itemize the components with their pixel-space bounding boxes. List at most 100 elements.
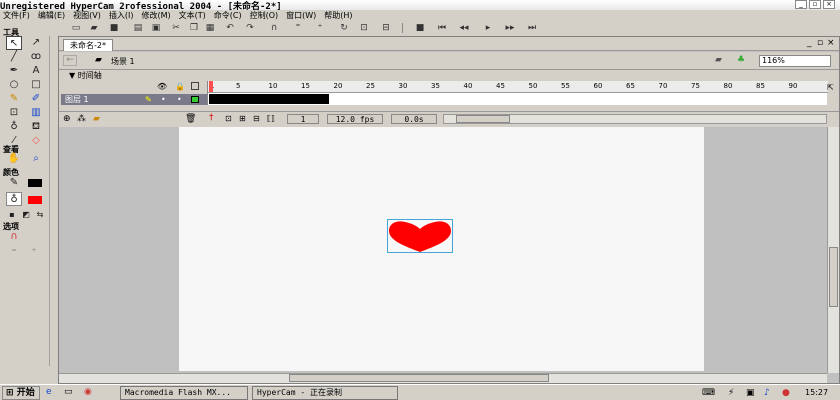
lock-icon[interactable]: 🔒 [175,82,185,91]
stage[interactable] [179,127,704,371]
start-button[interactable]: ⊞ 开始 [2,386,40,400]
eye-icon[interactable]: 👁 [157,82,167,91]
rectangle-tool-icon[interactable]: □ [28,78,44,92]
menu-commands[interactable]: 命令(C) [214,10,242,21]
brush-tool-icon[interactable]: ✐ [28,92,44,106]
cut-icon[interactable]: ✂ [170,22,182,34]
center-frame-icon[interactable]: † [209,113,217,125]
zoom-tool-icon[interactable]: ⌕ [28,152,44,166]
doc-restore-icon[interactable]: ▫ [817,38,823,48]
text-tool-icon[interactable]: A [28,64,44,78]
menu-help[interactable]: 帮助(H) [324,10,352,21]
open-folder-icon[interactable]: ▰ [88,22,100,34]
delete-layer-icon[interactable]: 🗑 [185,114,196,124]
fill-transform-tool-icon[interactable]: ▥ [28,106,44,120]
quick-desktop-icon[interactable]: ▭ [64,387,73,397]
arrow-tool-icon[interactable]: ↖ [6,36,22,50]
tray-record-icon[interactable]: ● [782,388,790,398]
outline-icon[interactable] [191,82,199,90]
stop-icon[interactable]: ■ [414,22,426,34]
back-arrow-icon[interactable]: ← [63,55,77,66]
pencil-tool-icon[interactable]: ✎ [6,92,22,106]
menu-view[interactable]: 视图(V) [73,10,101,21]
layer-lock-dot[interactable]: • [177,94,182,105]
straighten-icon[interactable]: ⁺ [314,22,326,34]
minimize-button[interactable]: _ [795,0,807,9]
print-preview-icon[interactable]: ▣ [150,22,162,34]
stage-hscroll[interactable] [59,373,827,383]
add-folder-icon[interactable]: ▰ [93,114,100,124]
edit-scene-icon[interactable]: ▰ [715,55,722,65]
paste-icon[interactable]: ▦ [204,22,216,34]
paint-bucket-tool-icon[interactable]: ⛾ [28,120,44,134]
edit-multiple-icon[interactable]: ⊟ [253,114,260,123]
eraser-tool-icon[interactable]: ◇ [28,134,44,148]
swap-colors-icon[interactable]: ⇆ [32,208,48,222]
ink-bottle-tool-icon[interactable]: ♁ [6,120,22,134]
tray-network-icon[interactable]: ⚡ [728,388,734,398]
playhead[interactable] [209,81,213,92]
step-forward-icon[interactable]: ▸▸ [504,22,516,34]
timeline-menu-icon[interactable]: ⇱ [827,83,834,92]
frames-strip[interactable]: 151015202530354045505560657075808590 [207,81,828,105]
free-transform-tool-icon[interactable]: ⊡ [6,106,22,120]
document-tab[interactable]: 未命名-2* [63,39,113,51]
timeline-scroll-thumb[interactable] [456,115,510,123]
restore-button[interactable]: ▫ [809,0,821,9]
menu-edit[interactable]: 编辑(E) [38,10,65,21]
stroke-color-swatch[interactable] [28,179,42,187]
menu-text[interactable]: 文本(T) [179,10,206,21]
straighten-option-icon[interactable]: ⁺ [26,246,42,260]
stroke-color-icon[interactable]: ✎ [6,176,22,190]
redo-icon[interactable]: ↷ [244,22,256,34]
scale-icon[interactable]: ⊡ [358,22,370,34]
tray-volume-icon[interactable]: ♪ [764,388,770,398]
snap-magnet-icon[interactable]: ∩ [268,22,280,34]
onion-outline-icon[interactable]: ⊞ [239,114,246,123]
tray-display-icon[interactable]: ▣ [746,388,755,398]
modify-markers-icon[interactable]: ⟦⟧ [267,114,275,123]
rotate-icon[interactable]: ↻ [338,22,350,34]
close-button[interactable]: × [823,0,835,9]
print-icon[interactable]: ▤ [132,22,144,34]
add-guide-layer-icon[interactable]: ⁂ [77,114,86,124]
undo-icon[interactable]: ↶ [224,22,236,34]
layer-row[interactable]: 图层 1 ✎ • • [61,94,207,105]
add-layer-icon[interactable]: ⊕ [63,114,71,124]
go-to-end-icon[interactable]: ⏭ [526,22,538,34]
oval-tool-icon[interactable]: ○ [6,78,22,92]
tray-keyboard-icon[interactable]: ⌨ [702,388,715,398]
menu-control[interactable]: 控制(O) [250,10,279,21]
new-file-icon[interactable]: ▭ [70,22,82,34]
zoom-select[interactable]: 116% [759,55,831,67]
line-tool-icon[interactable]: ╱ [6,50,22,64]
heart-shape-group[interactable] [387,219,455,255]
save-icon[interactable]: ■ [108,22,120,34]
smooth-option-icon[interactable]: ⁼ [6,246,22,260]
quick-media-icon[interactable]: ◉ [84,387,92,397]
align-icon[interactable]: ⊟ [380,22,392,34]
pen-tool-icon[interactable]: ✒ [6,64,22,78]
menu-insert[interactable]: 插入(I) [109,10,134,21]
stage-vscroll-thumb[interactable] [829,247,838,307]
heart-shape[interactable] [389,221,451,252]
edit-symbol-icon[interactable]: ♣ [737,55,745,65]
onion-skin-icon[interactable]: ⊡ [225,114,232,123]
stage-vscroll[interactable] [827,127,839,373]
rewind-icon[interactable]: ⏮ [436,22,448,34]
copy-icon[interactable]: ❐ [188,22,200,34]
stage-hscroll-thumb[interactable] [289,374,549,382]
play-icon[interactable]: ▸ [482,22,494,34]
smooth-icon[interactable]: ⁼ [292,22,304,34]
menu-modify[interactable]: 修改(M) [141,10,170,21]
quick-ie-icon[interactable]: e [46,387,52,397]
task-hypercam[interactable]: HyperCam - 正在录制 [252,386,398,400]
lasso-tool-icon[interactable]: ꝏ [28,50,44,64]
layer-visible-dot[interactable]: • [161,94,166,105]
scene-name[interactable]: 场景 1 [111,56,135,67]
step-back-icon[interactable]: ◂◂ [458,22,470,34]
doc-close-icon[interactable]: × [827,38,835,48]
fill-color-swatch[interactable] [28,196,42,204]
timeline-hscroll[interactable] [443,114,827,124]
menu-file[interactable]: 文件(F) [3,10,30,21]
